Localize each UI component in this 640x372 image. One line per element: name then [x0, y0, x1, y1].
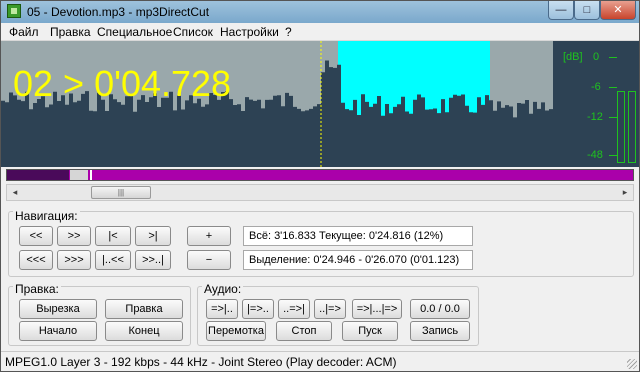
meter-bar-left: [617, 91, 625, 163]
zoom-out-button[interactable]: −: [187, 250, 231, 270]
selection-info: Выделение: 0'24.946 - 0'26.070 (0'01.123…: [243, 250, 473, 270]
play-from-start-button[interactable]: |=>..: [242, 299, 274, 319]
nav-back-button[interactable]: <<: [19, 226, 53, 246]
zoom-in-button[interactable]: +: [187, 226, 231, 246]
stop-button[interactable]: Стоп: [276, 321, 332, 341]
edit-title: Правка:: [13, 282, 61, 296]
minimize-button[interactable]: —: [548, 1, 574, 20]
overview-strip[interactable]: [6, 169, 634, 181]
meter-label-6: -6: [591, 81, 601, 93]
menu-file[interactable]: Файл: [9, 25, 39, 39]
meter-tick: [609, 87, 617, 88]
play-button[interactable]: Пуск: [342, 321, 398, 341]
play-selection-button[interactable]: =>|...|=>: [352, 299, 402, 319]
time-readout: 02 > 0'04.728: [13, 63, 232, 104]
menu-bar: Файл Правка Специальное Список Настройки…: [1, 23, 639, 41]
overview-position-marker: [90, 170, 92, 180]
audio-group: Аудио: =>|.. |=>.. ..=>| ..|=> =>|...|=>…: [197, 282, 479, 346]
menu-edit[interactable]: Правка: [50, 25, 91, 39]
meter-label-12: -12: [587, 111, 603, 123]
nav-sel-end-button[interactable]: >>..|: [135, 250, 171, 270]
cut-button[interactable]: Вырезка: [19, 299, 97, 319]
meter-label-db: [dB]: [563, 51, 583, 63]
status-bar: MPEG1.0 Layer 3 - 192 kbps - 44 kHz - Jo…: [1, 351, 639, 371]
scroll-left-arrow[interactable]: ◂: [7, 185, 23, 200]
app-icon[interactable]: [7, 4, 21, 18]
meter-label-0: 0: [593, 51, 600, 63]
nav-sel-start-button[interactable]: |..<<: [95, 250, 131, 270]
nav-start-button[interactable]: |<: [95, 226, 131, 246]
meter-label-48: -48: [587, 149, 603, 161]
meter-tick: [609, 117, 617, 118]
nav-back-fast-button[interactable]: <<<: [19, 250, 53, 270]
navigation-group: Навигация: << >> |< >| <<< >>> |..<< >>.…: [8, 209, 634, 277]
end-button[interactable]: Конец: [105, 321, 183, 341]
edit-group: Правка: Вырезка Правка Начало Конец: [8, 282, 191, 346]
title-bar[interactable]: 05 - Devotion.mp3 - mp3DirectCut — □ ✕: [1, 1, 639, 23]
edit-button[interactable]: Правка: [105, 299, 183, 319]
nav-forward-fast-button[interactable]: >>>: [57, 250, 91, 270]
maximize-button[interactable]: □: [574, 1, 600, 20]
total-current-info: Всё: 3'16.833 Текущее: 0'24.816 (12%): [243, 226, 473, 246]
level-meter: [dB] 0 -6 -12 -48: [553, 41, 639, 167]
meter-tick: [609, 57, 617, 58]
menu-settings[interactable]: Настройки: [220, 25, 279, 39]
play-from-end-button[interactable]: ..|=>: [314, 299, 346, 319]
rewind-button[interactable]: Перемотка: [206, 321, 266, 341]
menu-special[interactable]: Специальное: [97, 25, 172, 39]
resize-grip[interactable]: [627, 359, 637, 369]
menu-help[interactable]: ?: [285, 25, 292, 39]
scroll-thumb[interactable]: |||: [91, 186, 151, 199]
nav-forward-button[interactable]: >>: [57, 226, 91, 246]
overview-played: [7, 170, 69, 180]
app-window: 05 - Devotion.mp3 - mp3DirectCut — □ ✕ Ф…: [0, 0, 640, 372]
record-button[interactable]: Запись: [410, 321, 470, 341]
waveform-display[interactable]: 02 > 0'04.728 [dB] 0 -6 -12 -48: [1, 41, 639, 167]
overview-visible-range[interactable]: [70, 170, 88, 180]
nav-end-button[interactable]: >|: [135, 226, 171, 246]
menu-list[interactable]: Список: [173, 25, 213, 39]
close-button[interactable]: ✕: [600, 1, 636, 20]
meter-bar-right: [628, 91, 636, 163]
scroll-right-arrow[interactable]: ▸: [617, 185, 633, 200]
meter-tick: [609, 155, 617, 156]
start-button[interactable]: Начало: [19, 321, 97, 341]
horizontal-scrollbar[interactable]: ◂ ||| ▸: [6, 184, 634, 201]
navigation-title: Навигация:: [13, 209, 80, 223]
play-to-end-button[interactable]: ..=>|: [278, 299, 310, 319]
audio-title: Аудио:: [202, 282, 244, 296]
status-text: MPEG1.0 Layer 3 - 192 kbps - 44 kHz - Jo…: [5, 355, 397, 369]
volume-button[interactable]: 0.0 / 0.0: [410, 299, 470, 319]
play-to-start-button[interactable]: =>|..: [206, 299, 238, 319]
window-title: 05 - Devotion.mp3 - mp3DirectCut: [27, 5, 210, 19]
